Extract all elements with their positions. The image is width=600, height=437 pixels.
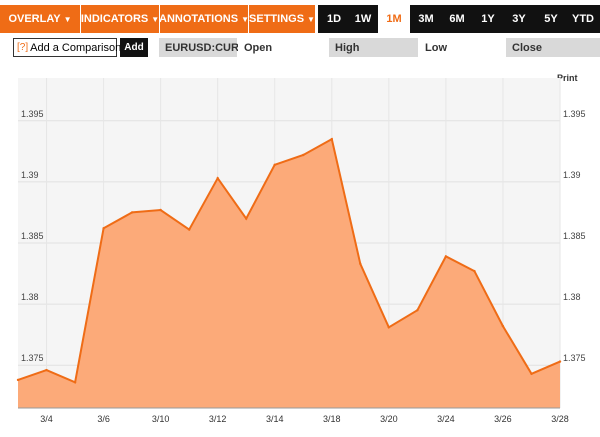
comparison-placeholder: Add a Comparison <box>30 41 122 54</box>
annotations-menu-label: ANNOTATIONS <box>159 13 239 25</box>
x-tick-label: 3/28 <box>551 414 569 424</box>
close-label: Close <box>506 38 600 57</box>
data-point <box>416 309 419 312</box>
data-point <box>359 262 362 265</box>
data-point <box>16 378 20 382</box>
overlay-menu-label: OVERLAY <box>8 13 61 25</box>
x-tick-label: 3/4 <box>40 414 53 424</box>
y-tick-label-left: 1.39 <box>21 170 39 180</box>
chevron-down-icon: ▼ <box>63 14 72 24</box>
range-1d-button[interactable]: 1D <box>318 5 350 33</box>
chevron-down-icon: ▼ <box>151 14 160 24</box>
x-tick-label: 3/20 <box>380 414 398 424</box>
chevron-down-icon: ▼ <box>241 14 249 24</box>
x-tick-label: 3/24 <box>437 414 455 424</box>
high-label: High <box>329 38 418 57</box>
range-1m-button[interactable]: 1M <box>378 5 410 33</box>
data-point <box>73 381 77 384</box>
data-point <box>216 177 219 180</box>
settings-menu[interactable]: SETTINGS ▼ <box>249 5 315 33</box>
data-point <box>558 360 562 363</box>
comparison-row: [?] Add a Comparison Add EURUSD:CUR Open… <box>0 36 600 58</box>
x-tick-label: 3/12 <box>209 414 227 424</box>
y-tick-label-right: 1.385 <box>563 231 586 241</box>
data-point <box>444 255 448 258</box>
data-point <box>273 163 276 166</box>
data-point <box>130 211 134 214</box>
chart-svg: 1.375 1.375 1.38 1.38 1.385 1.385 1.39 1.39 1.39… <box>16 78 586 424</box>
settings-menu-label: SETTINGS <box>249 13 305 25</box>
chevron-down-icon: ▼ <box>307 14 315 24</box>
help-icon[interactable]: [?] <box>17 42 28 53</box>
data-point <box>473 269 476 273</box>
indicators-menu[interactable]: INDICATORS ▼ <box>81 5 159 33</box>
add-comparison-button[interactable]: Add <box>120 38 148 57</box>
range-5y-button[interactable]: 5Y <box>535 5 567 33</box>
data-point <box>102 227 105 230</box>
annotations-menu[interactable]: ANNOTATIONS ▼ <box>159 5 249 33</box>
y-tick-label-left: 1.395 <box>21 109 44 119</box>
x-tick-label: 3/18 <box>323 414 341 424</box>
comparison-input[interactable]: [?] Add a Comparison <box>13 38 121 57</box>
y-tick-label-right: 1.375 <box>563 353 586 363</box>
indicators-menu-label: INDICATORS <box>80 13 149 25</box>
x-tick-label: 3/14 <box>266 414 284 424</box>
x-tick-label: 3/10 <box>152 414 170 424</box>
range-1w-button[interactable]: 1W <box>347 5 379 33</box>
range-6m-button[interactable]: 6M <box>441 5 473 33</box>
y-tick-label-left: 1.375 <box>21 353 44 363</box>
data-point <box>245 217 248 220</box>
data-point <box>302 153 305 157</box>
data-point <box>330 137 333 141</box>
y-tick-label-right: 1.39 <box>563 170 581 180</box>
toolbar: OVERLAY ▼ INDICATORS ▼ ANNOTATIONS ▼ SETTIN… <box>0 0 600 35</box>
open-label: Open <box>238 38 328 57</box>
overlay-menu[interactable]: OVERLAY ▼ <box>0 5 80 33</box>
data-point <box>188 228 191 231</box>
y-tick-label-left: 1.385 <box>21 231 44 241</box>
data-point <box>159 208 162 212</box>
y-tick-label-left: 1.38 <box>21 292 39 302</box>
symbol-label: EURUSD:CUR <box>159 38 239 57</box>
price-chart: 1.375 1.375 1.38 1.38 1.385 1.385 1.39 1.39 1.39… <box>12 70 590 432</box>
data-point <box>387 326 390 329</box>
x-tick-label: 3/6 <box>97 414 110 424</box>
data-point <box>45 368 48 372</box>
range-ytd-button[interactable]: YTD <box>566 5 600 33</box>
y-tick-label-right: 1.395 <box>563 109 586 119</box>
range-3y-button[interactable]: 3Y <box>503 5 535 33</box>
data-point <box>530 372 533 375</box>
y-tick-label-right: 1.38 <box>563 292 581 302</box>
data-point <box>501 324 505 328</box>
x-tick-label: 3/26 <box>494 414 512 424</box>
range-3m-button[interactable]: 3M <box>410 5 442 33</box>
range-1y-button[interactable]: 1Y <box>472 5 504 33</box>
low-label: Low <box>419 38 505 57</box>
